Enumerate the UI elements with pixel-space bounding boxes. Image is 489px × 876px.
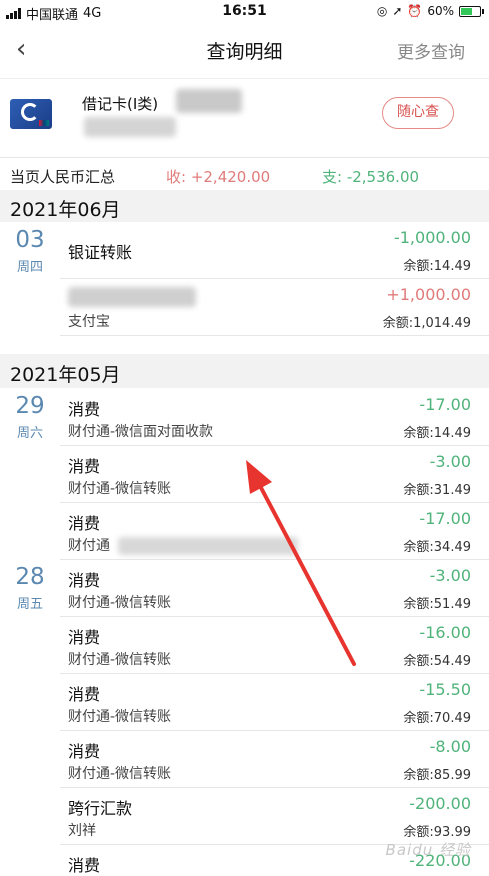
redacted-payee [68, 287, 196, 307]
transaction-subtitle: 财付通-微信转账 [68, 709, 172, 725]
transaction-balance: 余额:14.49 [403, 426, 471, 441]
weekday: 周四 [16, 260, 43, 275]
day-number: 03 [15, 227, 45, 253]
month-header: 2021年05月 [0, 354, 489, 388]
transaction-balance: 余额:14.49 [403, 259, 471, 274]
date-group: 28 周五 [0, 563, 60, 612]
quick-query-button[interactable]: 随心查 [382, 97, 454, 129]
card-info: 借记卡(Ⅰ类) 随心查 [0, 78, 489, 158]
weekday: 周五 [16, 597, 43, 612]
battery-icon [459, 5, 484, 17]
transaction-row[interactable]: 银证转账 -1,000.00 余额:14.49 [60, 222, 489, 279]
transaction-row[interactable]: 消费 财付通-微信转账 -3.00 余额:51.49 [60, 560, 489, 617]
transaction-amount: -16.00 [419, 623, 471, 642]
navigation-bar: ‹ 查询明细 更多查询 [0, 24, 489, 76]
transaction-amount: +1,000.00 [386, 285, 471, 304]
bank-card-icon [10, 99, 52, 129]
transaction-title: 消费 [68, 685, 101, 704]
transaction-title: 消费 [68, 457, 101, 476]
lock-rotation-icon: ◎ [376, 4, 388, 18]
transaction-title: 消费 [68, 400, 101, 419]
transaction-subtitle: 财付通-微信转账 [68, 481, 172, 497]
transaction-subtitle: 财付通-微信面对面收款 [68, 424, 214, 440]
transaction-title: 消费 [68, 742, 101, 761]
redacted-card-number [176, 89, 242, 113]
redacted-description [118, 537, 298, 555]
day-number: 29 [15, 393, 45, 419]
location-icon: ➚ [392, 4, 403, 18]
transaction-title: 消费 [68, 571, 101, 590]
transaction-row[interactable]: 跨行汇款 刘祥 -200.00 余额:93.99 [60, 788, 489, 845]
transaction-subtitle: 支付宝 [68, 314, 110, 330]
transaction-subtitle: 财付通-微信转账 [68, 595, 172, 611]
transaction-title: 消费 [68, 856, 101, 875]
transaction-balance: 余额:70.49 [403, 711, 471, 726]
transaction-title: 银证转账 [68, 243, 133, 262]
weekday: 周六 [16, 426, 43, 441]
transaction-title: 消费 [68, 514, 101, 533]
transaction-balance: 余额:34.49 [403, 540, 471, 555]
transaction-balance: 余额:1,014.49 [382, 316, 471, 331]
transaction-row[interactable]: 支付宝 +1,000.00 余额:1,014.49 [60, 279, 489, 336]
transaction-balance: 余额:85.99 [403, 768, 471, 783]
transaction-amount: -3.00 [429, 566, 471, 585]
transaction-amount: -17.00 [419, 395, 471, 414]
status-bar: 中国联通 4G 16:51 ◎ ➚ ⏰ 60% [0, 0, 489, 24]
page-summary: 当页人民币汇总 收: +2,420.00 支: -2,536.00 [0, 160, 489, 190]
more-query-button[interactable]: 更多查询 [397, 38, 465, 63]
card-type-label: 借记卡(Ⅰ类) [82, 95, 159, 113]
date-group: 03 周四 [0, 226, 60, 275]
transaction-row[interactable]: 消费 财付通-微信转账 -16.00 余额:54.49 [60, 617, 489, 674]
watermark: Baidu 经验 [385, 841, 471, 859]
day-number: 28 [15, 564, 45, 590]
transaction-balance: 余额:93.99 [403, 825, 471, 840]
transaction-subtitle: 财付通-微信转账 [68, 652, 172, 668]
transaction-title: 消费 [68, 628, 101, 647]
transaction-subtitle: 财付通 [68, 538, 110, 554]
month-header: 2021年06月 [0, 190, 489, 222]
transaction-amount: -3.00 [429, 452, 471, 471]
transaction-balance: 余额:31.49 [403, 483, 471, 498]
alarm-icon: ⏰ [407, 4, 423, 18]
redacted-card-holder [84, 117, 176, 137]
date-group: 29 周六 [0, 392, 60, 441]
summary-income: 收: +2,420.00 [166, 168, 271, 186]
transaction-subtitle: 刘祥 [68, 823, 96, 839]
transaction-row[interactable]: 消费 财付通 -17.00 余额:34.49 [60, 503, 489, 560]
transaction-amount: -8.00 [429, 737, 471, 756]
transaction-row[interactable]: 消费 财付通-微信转账 -8.00 余额:85.99 [60, 731, 489, 788]
transaction-amount: -1,000.00 [393, 228, 471, 247]
transaction-subtitle: 财付通-微信转账 [68, 766, 172, 782]
battery-percent: 60% [427, 4, 454, 18]
transaction-title: 跨行汇款 [68, 799, 133, 818]
summary-label: 当页人民币汇总 [10, 168, 116, 186]
transaction-amount: -17.00 [419, 509, 471, 528]
summary-expense: 支: -2,536.00 [322, 168, 420, 186]
transaction-row[interactable]: 消费 财付通-微信转账 -3.00 余额:31.49 [60, 446, 489, 503]
transaction-balance: 余额:54.49 [403, 654, 471, 669]
transaction-row[interactable]: 消费 财付通-微信面对面收款 -17.00 余额:14.49 [60, 389, 489, 446]
transaction-amount: -15.50 [419, 680, 471, 699]
transaction-amount: -200.00 [409, 794, 471, 813]
transaction-balance: 余额:51.49 [403, 597, 471, 612]
transaction-row[interactable]: 消费 财付通-微信转账 -15.50 余额:70.49 [60, 674, 489, 731]
